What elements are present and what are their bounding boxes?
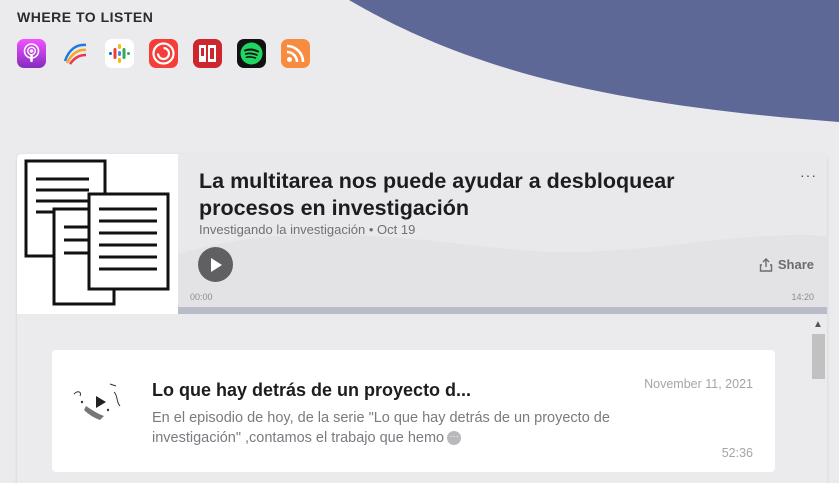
list-item[interactable]: Lo que hay detrás de un proyecto d... No… <box>52 350 775 472</box>
list-item-description: En el episodio de hoy, de la serie "Lo q… <box>152 408 612 448</box>
episode-title: La multitarea nos puede ayudar a desbloq… <box>199 169 675 220</box>
play-button[interactable] <box>198 247 233 282</box>
list-item-description-text: En el episodio de hoy, de la serie "Lo q… <box>152 410 610 446</box>
share-label: Share <box>777 257 814 272</box>
where-to-listen: WHERE TO LISTEN <box>17 9 310 68</box>
radio-public-link[interactable] <box>193 39 222 68</box>
pocket-casts-link[interactable] <box>149 39 178 68</box>
scroll-thumb[interactable] <box>812 334 825 379</box>
time-total: 14:20 <box>791 292 814 302</box>
episode-player: La multitarea nos puede ayudar a desbloq… <box>178 154 827 314</box>
time-elapsed: 00:00 <box>190 292 213 302</box>
apple-podcasts-icon <box>17 39 46 68</box>
list-item-date: November 11, 2021 <box>644 377 753 391</box>
meta-separator: • <box>368 222 378 237</box>
episode-meta: Investigando la investigación • Oct 19 <box>199 222 415 237</box>
castbox-icon <box>61 39 90 68</box>
apple-podcasts-link[interactable] <box>17 39 46 68</box>
pocket-casts-icon <box>149 39 178 68</box>
share-button[interactable]: Share <box>759 257 814 272</box>
podcast-player-card: La multitarea nos puede ayudar a desbloq… <box>17 154 827 483</box>
more-options-button[interactable]: ··· <box>800 168 817 182</box>
player-wave-decoration <box>178 234 827 314</box>
radio-public-icon <box>193 39 222 68</box>
share-icon <box>759 257 773 272</box>
spotify-icon <box>237 39 266 68</box>
google-podcasts-link[interactable] <box>105 39 134 68</box>
progress-bar[interactable] <box>178 307 827 314</box>
where-to-listen-title: WHERE TO LISTEN <box>17 9 154 25</box>
documents-illustration <box>24 159 170 306</box>
scrollbar[interactable]: ▲ <box>809 314 827 483</box>
episode-list: Lo que hay detrás de un proyecto d... No… <box>17 314 827 483</box>
google-podcasts-icon <box>105 39 134 68</box>
castbox-link[interactable] <box>61 39 90 68</box>
rss-link[interactable] <box>281 39 310 68</box>
list-item-title: Lo que hay detrás de un proyecto d... <box>152 380 472 400</box>
rss-icon <box>281 39 310 68</box>
list-item-duration: 52:36 <box>721 446 753 460</box>
episode-date: Oct 19 <box>377 222 416 237</box>
decorative-wave <box>349 0 839 122</box>
spotify-link[interactable] <box>237 39 266 68</box>
play-icon[interactable] <box>96 396 106 408</box>
podcast-name: Investigando la investigación <box>199 222 366 237</box>
play-icon <box>210 257 222 272</box>
scroll-up-arrow-icon[interactable]: ▲ <box>813 319 823 330</box>
episode-artwork <box>17 154 178 314</box>
expand-description-icon[interactable]: ··· <box>447 431 462 446</box>
platform-links <box>17 39 310 68</box>
